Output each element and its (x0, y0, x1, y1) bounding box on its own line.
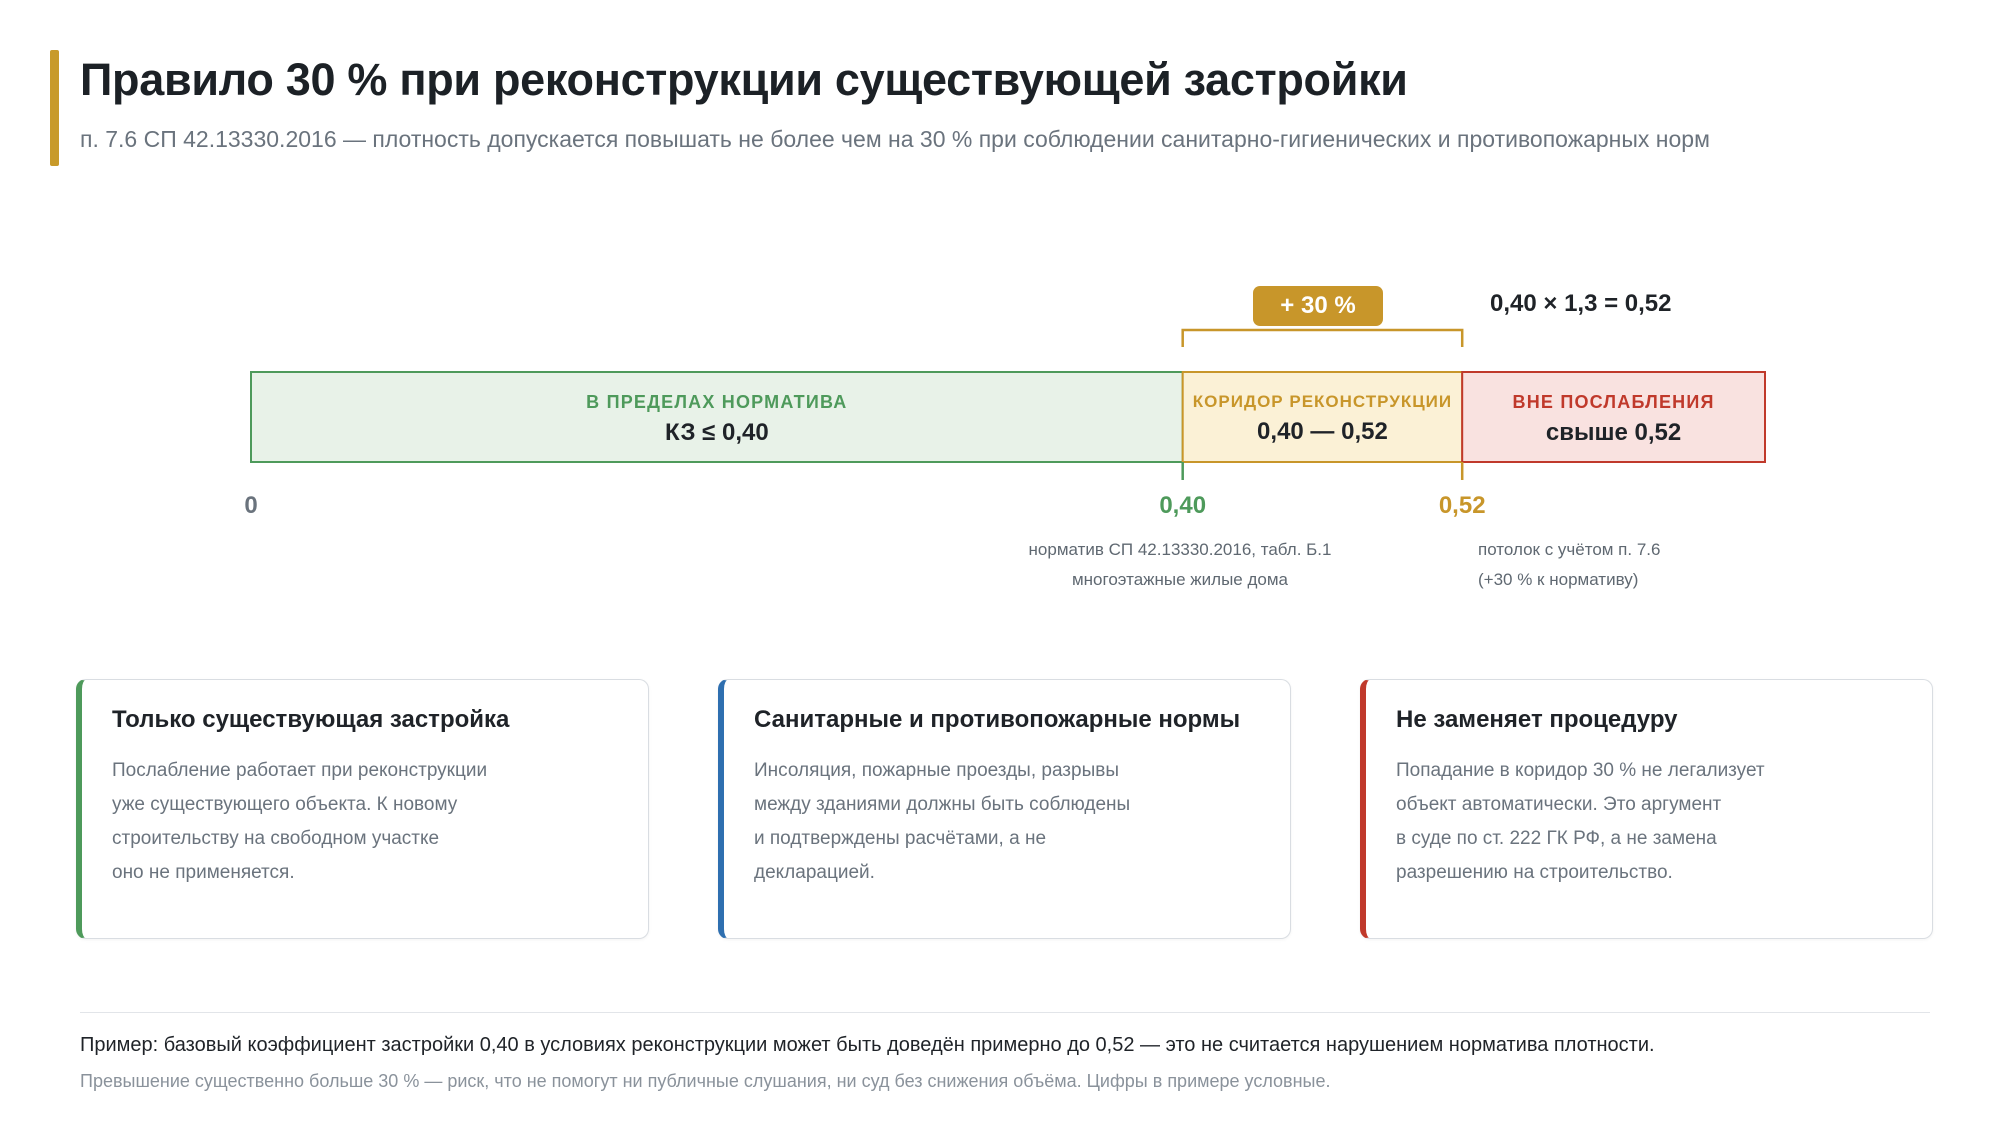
segment-corridor-text: КОРИДОР РЕКОНСТРУКЦИИ 0,40 — 0,52 (1183, 392, 1463, 446)
card-not-replace-procedure: Не заменяет процедуру Попадание в коридо… (1360, 679, 1933, 939)
segment-label: В ПРЕДЕЛАХ НОРМАТИВА (586, 392, 848, 412)
tick-label-norm: 0,40 (1159, 492, 1207, 519)
page-title: Правило 30 % при реконструкции существую… (80, 54, 1408, 105)
page-subtitle: п. 7.6 СП 42.13330.2016 — плотность допу… (80, 126, 1710, 152)
footer-note: Превышение существенно больше 30 % — рис… (80, 1071, 1331, 1091)
segment-label: ВНЕ ПОСЛАБЛЕНИЯ (1512, 392, 1715, 412)
note-ceiling: потолок с учётом п. 7.6 (+30 % к нормати… (1478, 535, 1660, 595)
segment-within-norm-text: В ПРЕДЕЛАХ НОРМАТИВА КЗ ≤ 0,40 (251, 392, 1183, 447)
segment-beyond-text: ВНЕ ПОСЛАБЛЕНИЯ свыше 0,52 (1462, 392, 1765, 447)
card-title: Не заменяет процедуру (1396, 706, 1678, 733)
segment-value: КЗ ≤ 0,40 (664, 419, 769, 446)
card-title: Только существующая застройка (112, 706, 510, 733)
card-text: Послабление работает при реконструкции у… (112, 760, 488, 883)
card-title: Санитарные и противопожарные нормы (754, 706, 1241, 733)
tick-label-zero: 0 (244, 492, 258, 519)
bracket-30-percent (1181, 328, 1464, 347)
card-existing-buildings: Только существующая застройка Послаблени… (76, 679, 649, 939)
footer-divider (80, 1012, 1930, 1013)
note-norm-line1: норматив СП 42.13330.2016, табл. Б.1 (1028, 540, 1332, 559)
note-ceiling-line2: (+30 % к нормативу) (1478, 570, 1639, 589)
footer-example: Пример: базовый коэффициент застройки 0,… (80, 1034, 1655, 1056)
formula: 0,40 × 1,3 = 0,52 (1490, 290, 1672, 317)
segment-value: 0,40 — 0,52 (1257, 418, 1388, 445)
density-scale (250, 328, 1766, 480)
note-ceiling-line1: потолок с учётом п. 7.6 (1478, 540, 1661, 559)
card-text: Попадание в коридор 30 % не легализует о… (1396, 760, 1765, 883)
card-text: Инсоляция, пожарные проезды, разрывы меж… (754, 760, 1131, 883)
segment-value: свыше 0,52 (1545, 419, 1682, 446)
tick-label-ceiling: 0,52 (1438, 492, 1486, 519)
note-norm-line2: многоэтажные жилые дома (1071, 570, 1289, 589)
title-accent-bar (50, 50, 59, 166)
segment-label: КОРИДОР РЕКОНСТРУКЦИИ (1192, 392, 1453, 411)
note-norm: норматив СП 42.13330.2016, табл. Б.1 мно… (1020, 535, 1340, 595)
card-sanitary-fire-norms: Санитарные и противопожарные нормы Инсол… (718, 679, 1291, 939)
plus-30-percent-badge: + 30 % (1253, 286, 1383, 326)
